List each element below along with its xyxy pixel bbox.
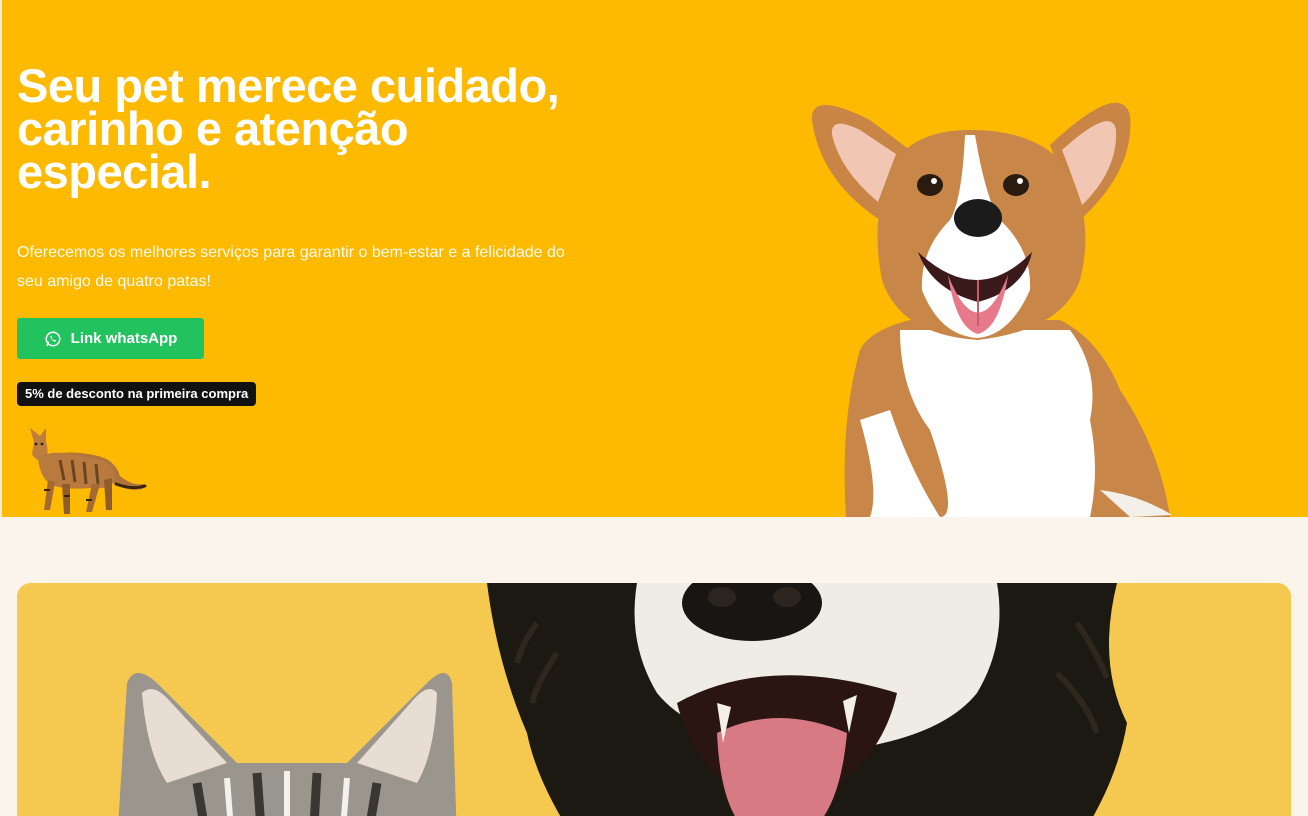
hero-title-line-2: carinho e atenção xyxy=(17,102,409,155)
hero-subtitle-line-2: seu amigo de quatro patas! xyxy=(17,273,211,290)
whatsapp-icon xyxy=(45,331,61,346)
discount-badge: 5% de desconto na primeira compra xyxy=(17,382,257,406)
hero-title-line-1: Seu pet merece cuidado, xyxy=(17,59,560,112)
hero-subtitle-line-1: Oferecemos os melhores serviços para gar… xyxy=(17,244,565,261)
hero-title-line-3: especial. xyxy=(17,145,212,198)
page-edge xyxy=(0,0,2,517)
corgi-dog-image xyxy=(811,102,1172,517)
walking-cat-image xyxy=(30,428,147,514)
hero-subtitle: Oferecemos os melhores serviços para gar… xyxy=(17,238,677,296)
showcase-illustration xyxy=(17,583,1291,816)
whatsapp-link-label: Link whatsApp xyxy=(70,330,178,347)
hero-title: Seu pet merece cuidado, carinho e atençã… xyxy=(17,59,657,198)
whatsapp-link-button[interactable]: Link whatsApp xyxy=(17,318,204,359)
cat-and-dog-image xyxy=(17,583,1291,816)
hero-section: Seu pet merece cuidado, carinho e atençã… xyxy=(0,0,1308,517)
